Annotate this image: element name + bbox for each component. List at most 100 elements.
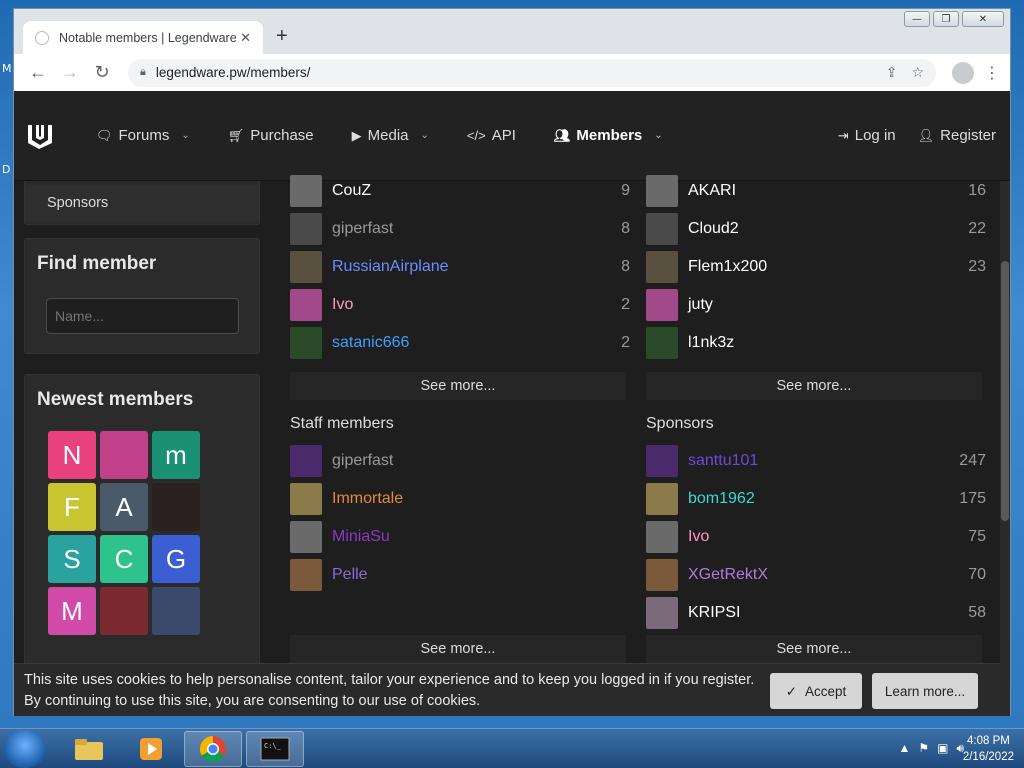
newest-member-avatar[interactable]: G	[152, 535, 200, 583]
member-name[interactable]: CouZ	[332, 182, 590, 200]
member-avatar[interactable]	[290, 327, 322, 359]
member-row[interactable]: Flem1x200 23	[646, 251, 986, 283]
menu-dots-icon[interactable]: ⋮	[984, 63, 1000, 83]
new-tab-button[interactable]: +	[276, 25, 288, 48]
see-more-link[interactable]: See more...	[290, 372, 626, 400]
member-name[interactable]: santtu101	[688, 452, 946, 470]
member-name[interactable]: XGetRektX	[688, 566, 946, 584]
member-name[interactable]: MiniaSu	[332, 528, 630, 546]
media-player-taskbar-icon[interactable]	[122, 731, 180, 767]
reload-button[interactable]: ↻	[88, 59, 116, 87]
member-row[interactable]: bom1962 175	[646, 483, 986, 515]
newest-member-avatar[interactable]	[152, 483, 200, 531]
member-avatar[interactable]	[290, 483, 322, 515]
member-name[interactable]: KRIPSI	[688, 604, 946, 622]
member-row[interactable]: Cloud2 22	[646, 213, 986, 245]
member-name[interactable]: Ivo	[332, 296, 590, 314]
member-row[interactable]: giperfast 8	[290, 213, 630, 245]
member-name[interactable]: Flem1x200	[688, 258, 946, 276]
member-name[interactable]: Cloud2	[688, 220, 946, 238]
accept-cookies-button[interactable]: ✓ Accept	[770, 673, 862, 709]
member-avatar[interactable]	[646, 521, 678, 553]
member-avatar[interactable]	[646, 175, 678, 207]
see-more-link[interactable]: See more...	[290, 635, 626, 663]
newest-member-avatar[interactable]: C	[100, 535, 148, 583]
member-name[interactable]: Pelle	[332, 566, 630, 584]
member-avatar[interactable]	[646, 251, 678, 283]
member-row[interactable]: giperfast	[290, 445, 630, 477]
newest-member-avatar[interactable]	[100, 431, 148, 479]
learn-more-button[interactable]: Learn more...	[872, 673, 978, 709]
address-bar[interactable]: 🔒︎ legendware.pw/members/ ⇪ ☆	[128, 58, 936, 87]
back-button[interactable]: ←	[24, 59, 52, 87]
nav-purchase[interactable]: 🛒︎ Purchase	[228, 127, 314, 144]
member-avatar[interactable]	[290, 213, 322, 245]
member-name[interactable]: satanic666	[332, 334, 590, 352]
action-center-icon[interactable]: ⚑	[918, 741, 929, 756]
member-avatar[interactable]	[646, 445, 678, 477]
member-row[interactable]: l1nk3z	[646, 327, 986, 359]
newest-member-avatar[interactable]: N	[48, 431, 96, 479]
member-row[interactable]: KRIPSI 58	[646, 597, 986, 629]
member-row[interactable]: Pelle	[290, 559, 630, 591]
member-row[interactable]: RussianAirplane 8	[290, 251, 630, 283]
network-icon[interactable]: ▣	[937, 741, 948, 756]
member-row[interactable]: Ivo 2	[290, 289, 630, 321]
member-row[interactable]: MiniaSu	[290, 521, 630, 553]
see-more-link[interactable]: See more...	[646, 372, 982, 400]
profile-icon[interactable]	[952, 61, 974, 84]
member-row[interactable]: XGetRektX 70	[646, 559, 986, 591]
chevron-down-icon[interactable]: ⌄	[421, 130, 429, 141]
page-scrollbar[interactable]	[1000, 181, 1010, 716]
member-name[interactable]: AKARI	[688, 182, 946, 200]
member-name-input[interactable]	[46, 298, 239, 334]
explorer-taskbar-icon[interactable]	[60, 731, 118, 767]
cmd-taskbar-icon[interactable]: C:\_	[246, 731, 304, 767]
scrollbar-thumb[interactable]	[1001, 261, 1009, 521]
member-name[interactable]: Ivo	[688, 528, 946, 546]
member-name[interactable]: juty	[688, 296, 946, 314]
member-name[interactable]: RussianAirplane	[332, 258, 590, 276]
nav-media[interactable]: ▶︎ Media ⌄	[352, 127, 429, 144]
start-button[interactable]	[4, 730, 46, 768]
chrome-taskbar-icon[interactable]	[184, 731, 242, 767]
member-name[interactable]: giperfast	[332, 452, 630, 470]
nav-api[interactable]: </> API	[467, 127, 516, 144]
newest-member-avatar[interactable]: F	[48, 483, 96, 531]
member-avatar[interactable]	[290, 521, 322, 553]
member-avatar[interactable]	[290, 175, 322, 207]
member-avatar[interactable]	[646, 327, 678, 359]
member-row[interactable]: juty	[646, 289, 986, 321]
forward-button[interactable]: →	[56, 59, 84, 87]
newest-member-avatar[interactable]: M	[48, 587, 96, 635]
member-avatar[interactable]	[290, 559, 322, 591]
member-avatar[interactable]	[646, 289, 678, 321]
newest-member-avatar[interactable]	[100, 587, 148, 635]
newest-member-avatar[interactable]	[152, 587, 200, 635]
chevron-down-icon[interactable]: ⌄	[181, 130, 189, 141]
member-avatar[interactable]	[646, 597, 678, 629]
register-link[interactable]: 👤︎ Register	[918, 127, 996, 144]
share-icon[interactable]: ⇪	[886, 64, 898, 81]
clock[interactable]: 4:08 PM 2/16/2022	[963, 733, 1014, 765]
close-tab-icon[interactable]: ✕	[240, 30, 251, 46]
see-more-link[interactable]: See more...	[646, 635, 982, 663]
member-avatar[interactable]	[646, 559, 678, 591]
newest-member-avatar[interactable]: S	[48, 535, 96, 583]
sidebar-link-sponsors[interactable]: Sponsors	[25, 185, 259, 221]
url-text[interactable]: legendware.pw/members/	[156, 65, 872, 80]
member-avatar[interactable]	[290, 289, 322, 321]
show-hidden-icons-icon[interactable]: ▲	[898, 741, 910, 756]
newest-member-avatar[interactable]: m	[152, 431, 200, 479]
member-name[interactable]: Immortale	[332, 490, 630, 508]
member-row[interactable]: satanic666 2	[290, 327, 630, 359]
member-name[interactable]: giperfast	[332, 220, 590, 238]
login-link[interactable]: ⇥ Log in	[838, 127, 896, 144]
lock-icon[interactable]: 🔒︎	[140, 66, 146, 79]
nav-forums[interactable]: 🗨︎ Forums ⌄	[96, 127, 190, 144]
member-name[interactable]: l1nk3z	[688, 334, 946, 352]
member-row[interactable]: Immortale	[290, 483, 630, 515]
member-row[interactable]: Ivo 75	[646, 521, 986, 553]
member-avatar[interactable]	[290, 251, 322, 283]
member-row[interactable]: AKARI 16	[646, 175, 986, 207]
